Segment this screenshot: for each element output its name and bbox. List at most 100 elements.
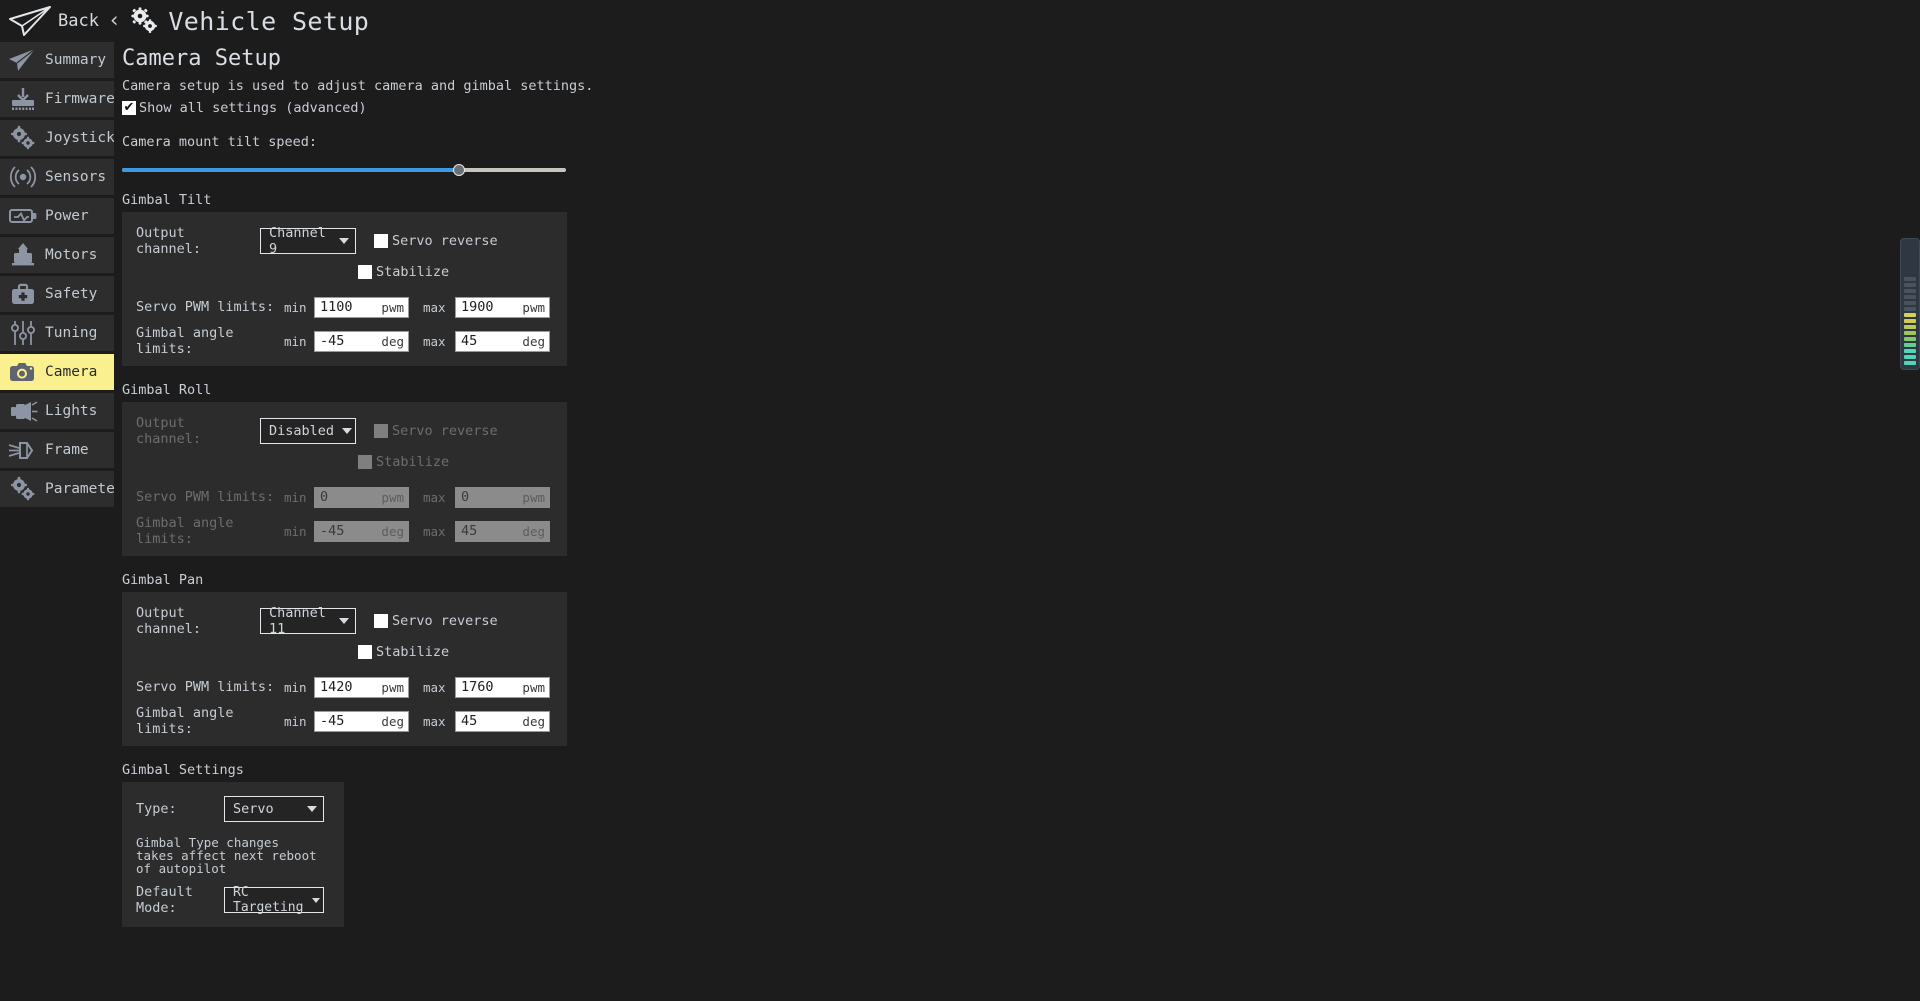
gears-icon	[129, 7, 159, 35]
sidebar-item-joystick[interactable]: Joystick	[0, 120, 115, 156]
gimbal_tilt-angle-max-label: max	[423, 333, 446, 349]
gimbal_tilt-pwm-min-input[interactable]: 1100 pwm	[314, 296, 409, 318]
gimbal_roll-pwm-max-label: max	[423, 489, 446, 505]
chevron-down-icon	[342, 428, 353, 434]
sidebar-item-parameters[interactable]: Parameters	[0, 471, 132, 507]
gimbal_pan-angle-max-unit: deg	[522, 713, 545, 729]
gears-icon	[5, 124, 41, 152]
gimbal_tilt-stabilize-checkbox[interactable]	[358, 265, 372, 279]
gimbal_roll-stabilize-checkbox	[358, 455, 372, 469]
gimbal_tilt-angle-min-label: min	[284, 333, 307, 349]
sidebar-item-label: Firmware	[45, 91, 115, 107]
gimbal_roll-pwm-min-label: min	[284, 489, 307, 505]
led-segment	[1904, 337, 1916, 341]
gimbal_tilt-pwm-max-label: max	[423, 299, 446, 315]
led-segment	[1904, 283, 1916, 287]
gimbal_tilt-angle-min-value: -45	[320, 333, 345, 349]
sidebar-item-frame[interactable]: Frame	[0, 432, 114, 468]
vertical-led-meter[interactable]	[1900, 238, 1920, 370]
gimbal_tilt-stabilize-row: Stabilize	[358, 258, 567, 286]
sidebar-item-safety[interactable]: Safety	[0, 276, 114, 312]
gimbal_pan-pwm-max-value: 1760	[461, 679, 494, 695]
sidebar-item-firmware[interactable]: Firmware	[0, 81, 115, 117]
gimbal_pan-stabilize-checkbox[interactable]	[358, 645, 372, 659]
chevron-left-icon[interactable]: ‹	[110, 8, 118, 32]
gimbal_pan-pwm-max-input[interactable]: 1760 pwm	[455, 676, 550, 698]
paper-plane-icon	[8, 5, 52, 37]
gimbal_pan-angle-max-input[interactable]: 45 deg	[455, 710, 550, 732]
gimbal_pan-pwm-min-input[interactable]: 1420 pwm	[314, 676, 409, 698]
led-segment	[1904, 289, 1916, 293]
gimbal_pan-angle-row: Gimbal angle limits: min -45 deg max 45 …	[136, 705, 567, 737]
gimbal_tilt-servo-reverse-checkbox[interactable]	[374, 234, 388, 248]
gimbal_pan-servo-reverse-label: Servo reverse	[392, 613, 498, 629]
sidebar-item-sensors[interactable]: Sensors	[0, 159, 114, 195]
gimbal_roll-pwm-min-value: 0	[320, 489, 329, 505]
gimbal-default-mode-select[interactable]: RC Targeting	[224, 885, 324, 915]
gimbal_tilt-angle-min-unit: deg	[381, 333, 404, 349]
sidebar-item-motors[interactable]: Motors	[0, 237, 114, 273]
led-segment	[1904, 277, 1916, 281]
gimbal_roll-angle-max-value: 45	[461, 523, 478, 539]
gimbal_tilt-angle-max-input[interactable]: 45 deg	[455, 330, 550, 352]
gimbal_pan-pwm-max-unit: pwm	[522, 679, 545, 695]
gimbal_roll-angle-max-unit: deg	[522, 523, 545, 539]
gimbal_pan-pwm-min-value: 1420	[320, 679, 353, 695]
gimbal_roll-angle-min-input: -45 deg	[314, 520, 409, 542]
sidebar-item-camera[interactable]: Camera	[0, 354, 114, 390]
gimbal_tilt-pwm-row: Servo PWM limits: min 1100 pwm max 1900 …	[136, 294, 567, 320]
gears-icon	[5, 475, 41, 503]
gimbal_pan-output-channel-value: Channel 11	[269, 605, 326, 637]
gimbal_tilt-pwm-max-unit: pwm	[522, 299, 545, 315]
gimbal_tilt-pwm-max-input[interactable]: 1900 pwm	[455, 296, 550, 318]
gimbal_tilt-angle-max-value: 45	[461, 333, 478, 349]
show-all-settings-checkbox[interactable]: ✔	[122, 101, 136, 115]
gimbal_tilt-servo-reverse-label: Servo reverse	[392, 233, 498, 249]
firmware-download-icon	[5, 85, 41, 113]
sidebar-item-lights[interactable]: Lights	[0, 393, 114, 429]
gimbal-type-row: Type: Servo	[136, 794, 344, 824]
app-header: Back ‹ Vehicle Setup	[0, 0, 1920, 42]
gimbal_pan-stabilize-label: Stabilize	[376, 644, 450, 660]
gimbal_pan-servo-reverse-checkbox[interactable]	[374, 614, 388, 628]
gimbal_pan-panel: Output channel: Channel 11 Servo reverse…	[122, 592, 567, 746]
gimbal_pan-angle-limits-label: Gimbal angle limits:	[136, 705, 234, 737]
led-segment	[1904, 301, 1916, 305]
gimbal-settings-title: Gimbal Settings	[122, 762, 244, 778]
slider-handle[interactable]	[453, 164, 466, 176]
gimbal_roll-output-channel-select[interactable]: Disabled	[260, 418, 356, 444]
tilt-speed-label: Camera mount tilt speed:	[122, 134, 318, 150]
gimbal_pan-pwm-max-label: max	[423, 679, 446, 695]
gimbal_roll-pwm-row: Servo PWM limits: min 0 pwm max 0 pwm	[136, 484, 567, 510]
sidebar-item-tuning[interactable]: Tuning	[0, 315, 114, 351]
gimbal-settings-panel: Type: Servo Gimbal Type changes takes af…	[122, 782, 344, 927]
gimbal_roll-angle-min-label: min	[284, 523, 307, 539]
tilt-speed-slider[interactable]	[122, 164, 566, 176]
show-all-settings-row[interactable]: ✔ Show all settings (advanced)	[122, 100, 1622, 116]
gimbal-type-select[interactable]: Servo	[224, 796, 324, 822]
gimbal_tilt-pwm-min-label: min	[284, 299, 307, 315]
gimbal_pan-pwm-limits-label: Servo PWM limits:	[136, 679, 275, 695]
gimbal_roll-pwm-max-value: 0	[461, 489, 470, 505]
gimbal_pan-pwm-min-label: min	[284, 679, 307, 695]
sidebar-item-summary[interactable]: Summary	[0, 42, 114, 78]
led-segment	[1904, 343, 1916, 347]
back-button-label[interactable]: Back	[58, 11, 99, 31]
gimbal_pan-output-channel-label: Output channel:	[136, 605, 202, 637]
gimbal_tilt-angle-max-unit: deg	[522, 333, 545, 349]
gimbal_roll-pwm-min-input: 0 pwm	[314, 486, 409, 508]
gimbal_pan-output-channel-select[interactable]: Channel 11	[260, 605, 356, 637]
main-content: Camera Setup Camera setup is used to adj…	[114, 42, 1920, 1001]
chevron-down-icon	[307, 806, 317, 812]
gimbal_pan-angle-min-input[interactable]: -45 deg	[314, 710, 409, 732]
gimbal_tilt-angle-min-input[interactable]: -45 deg	[314, 330, 409, 352]
gimbal_tilt-title: Gimbal Tilt	[122, 192, 212, 208]
gimbal-default-mode-row: Default Mode: RC Targeting	[136, 884, 344, 916]
gimbal_roll-channel-row: Output channel: Disabled Servo reverse	[136, 414, 567, 448]
gimbal_tilt-output-channel-select[interactable]: Channel 9	[260, 225, 356, 257]
gimbal_tilt-channel-row: Output channel: Channel 9 Servo reverse	[136, 224, 567, 258]
camera-icon	[5, 358, 41, 386]
sidebar-item-power[interactable]: Power	[0, 198, 114, 234]
sidebar-item-label: Power	[45, 208, 89, 224]
sidebar-item-label: Lights	[45, 403, 98, 419]
